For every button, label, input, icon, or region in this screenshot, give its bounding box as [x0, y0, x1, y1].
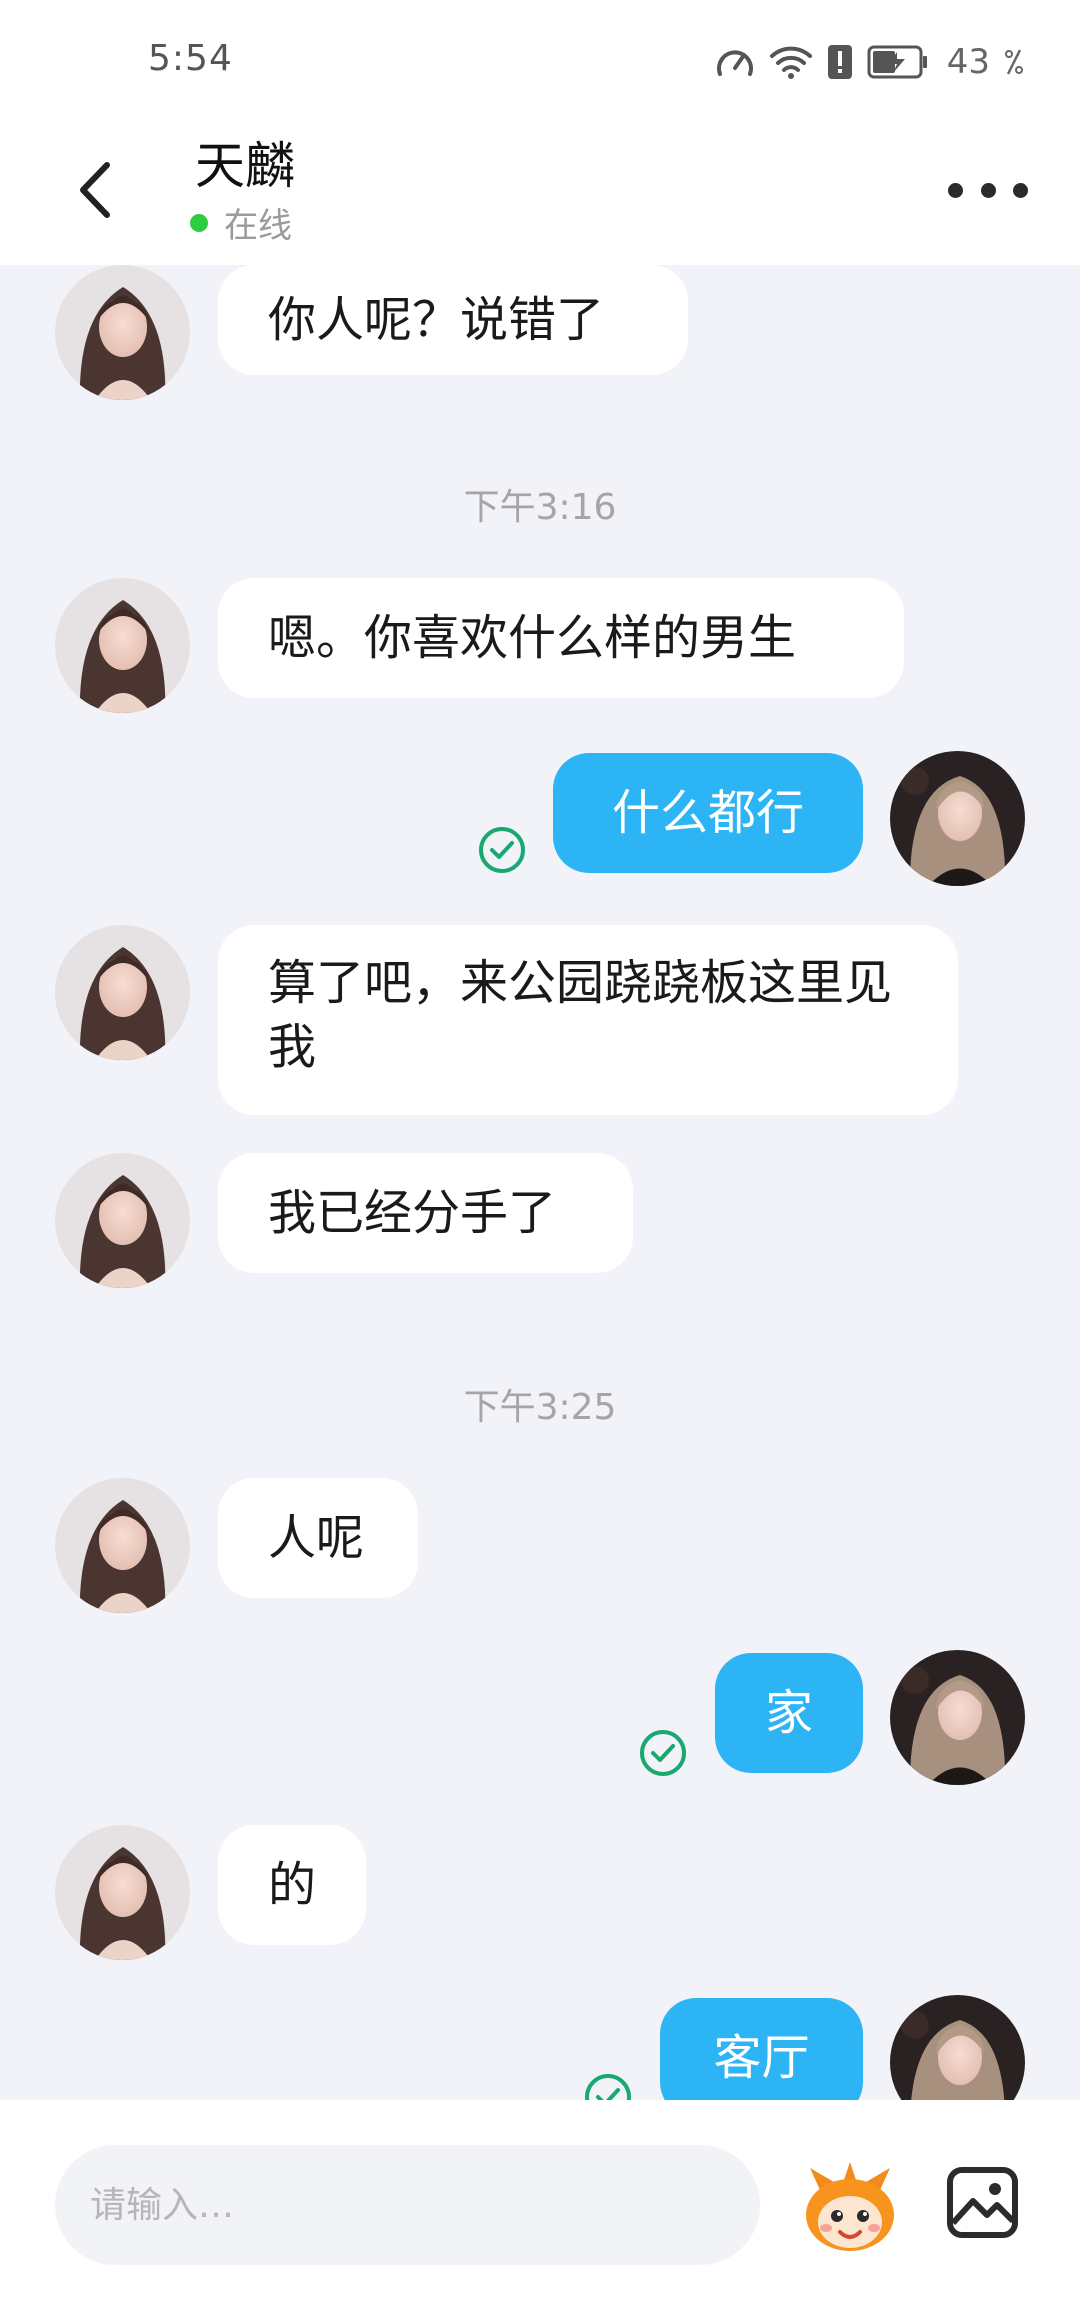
user-avatar[interactable]: [890, 751, 1025, 886]
contact-avatar[interactable]: [55, 1153, 190, 1288]
message-text: 家: [765, 1685, 814, 1741]
presence-status: 在线: [190, 198, 292, 247]
message-text: 嗯。你喜欢什么样的男生: [268, 610, 797, 666]
contact-avatar[interactable]: [55, 1478, 190, 1613]
contact-avatar[interactable]: [55, 578, 190, 713]
emoji-button[interactable]: [800, 2160, 900, 2255]
wifi-icon: [769, 46, 812, 79]
message-list[interactable]: 你人呢？说错了 下午3:16 嗯。你喜欢什么样的男生 什么都行 算了吧，来公园跷…: [0, 265, 1080, 2100]
chat-header: 天麟 在线: [0, 120, 1080, 265]
message-text: 的: [268, 1857, 317, 1913]
incoming-message-bubble[interactable]: 算了吧，来公园跷跷板这里见我: [218, 925, 958, 1115]
more-options-button[interactable]: [948, 170, 1028, 210]
contact-avatar[interactable]: [55, 1825, 190, 1960]
message-text: 算了吧，来公园跷跷板这里见我: [268, 955, 893, 1075]
read-check-icon: [640, 1730, 686, 1776]
battery-charging-icon: [867, 45, 927, 79]
message-text: 客厅: [713, 2030, 810, 2086]
incoming-message-bubble[interactable]: 嗯。你喜欢什么样的男生: [218, 578, 904, 698]
image-picker-button[interactable]: [945, 2165, 1020, 2240]
time-divider: 下午3:16: [463, 487, 617, 528]
incoming-message-bubble[interactable]: 的: [218, 1825, 366, 1945]
composer-bar: [0, 2100, 1080, 2310]
status-icons: 43: [715, 40, 1024, 84]
back-button[interactable]: [60, 150, 130, 230]
contact-avatar[interactable]: [55, 925, 190, 1060]
message-text: 人呢: [268, 1510, 365, 1566]
speed-meter-icon: [716, 50, 753, 76]
status-bar: 5:54 43: [0, 0, 1080, 120]
read-check-icon: [479, 827, 525, 873]
incoming-message-bubble[interactable]: 你人呢？说错了: [218, 265, 688, 375]
incoming-message-bubble[interactable]: 人呢: [218, 1478, 418, 1598]
status-time: 5:54: [148, 38, 233, 79]
outgoing-message-bubble[interactable]: 家: [715, 1653, 863, 1773]
battery-percent: 43: [946, 42, 990, 82]
alert-icon: [827, 45, 852, 79]
chevron-left-icon: [80, 162, 110, 218]
percent-sign-icon: [1005, 49, 1023, 75]
incoming-message-bubble[interactable]: 我已经分手了: [218, 1153, 633, 1273]
user-avatar[interactable]: [890, 1650, 1025, 1785]
message-input[interactable]: [55, 2145, 760, 2265]
outgoing-message-bubble[interactable]: 客厅: [660, 1998, 863, 2100]
online-dot: [190, 213, 208, 232]
presence-text: 在线: [224, 206, 292, 246]
message-text: 我已经分手了: [268, 1185, 557, 1241]
user-avatar[interactable]: [890, 1995, 1025, 2100]
more-dots-icon: [948, 182, 963, 198]
read-check-icon: [585, 2074, 631, 2100]
message-text: 什么都行: [611, 785, 804, 841]
mascot-emoji-icon: [806, 2162, 894, 2251]
image-icon: [947, 2167, 1018, 2238]
outgoing-message-bubble[interactable]: 什么都行: [553, 753, 863, 873]
time-divider: 下午3:25: [463, 1387, 617, 1428]
message-text: 你人呢？说错了: [268, 292, 605, 348]
contact-avatar[interactable]: [55, 265, 190, 400]
contact-name: 天麟: [195, 137, 295, 195]
